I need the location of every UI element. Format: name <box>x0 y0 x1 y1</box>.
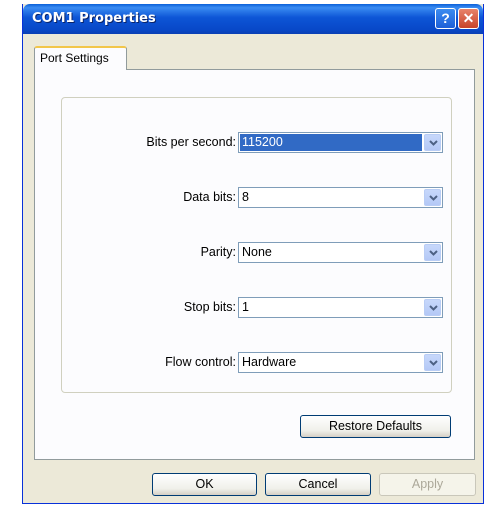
apply-button[interactable]: Apply <box>379 473 476 496</box>
chevron-down-icon[interactable] <box>424 189 441 206</box>
help-icon: ? <box>441 10 450 26</box>
title-bar[interactable]: COM1 Properties ? ✕ <box>23 4 483 34</box>
close-icon: ✕ <box>462 10 475 26</box>
chevron-down-icon[interactable] <box>424 354 441 371</box>
chevron-down-icon[interactable] <box>424 134 441 151</box>
data-bits-select[interactable]: 8 <box>238 187 443 208</box>
cancel-button[interactable]: Cancel <box>265 473 371 496</box>
parity-value: None <box>242 245 272 259</box>
stop-bits-value: 1 <box>242 300 249 314</box>
close-button[interactable]: ✕ <box>458 8 479 29</box>
flow-control-select[interactable]: Hardware <box>238 352 443 373</box>
ok-button[interactable]: OK <box>152 473 257 496</box>
parity-label: Parity: <box>200 245 236 259</box>
data-bits-label: Data bits: <box>183 190 236 204</box>
tab-port-settings[interactable]: Port Settings <box>34 46 127 70</box>
bits-per-second-value: 115200 <box>240 134 422 151</box>
com1-properties-window: COM1 Properties ? ✕ Port Settings Bits p… <box>22 4 484 504</box>
parity-select[interactable]: None <box>238 242 443 263</box>
port-settings-panel: Bits per second: 115200 Data bits: 8 Par… <box>34 69 475 460</box>
data-bits-value: 8 <box>242 190 249 204</box>
stop-bits-select[interactable]: 1 <box>238 297 443 318</box>
help-button[interactable]: ? <box>435 8 456 29</box>
chevron-down-icon[interactable] <box>424 299 441 316</box>
flow-control-value: Hardware <box>242 355 297 369</box>
restore-defaults-button[interactable]: Restore Defaults <box>300 415 451 438</box>
chevron-down-icon[interactable] <box>424 244 441 261</box>
settings-group: Bits per second: 115200 Data bits: 8 Par… <box>61 97 452 393</box>
flow-control-label: Flow control: <box>165 355 236 369</box>
stop-bits-label: Stop bits: <box>183 300 236 314</box>
bits-per-second-label: Bits per second: <box>146 135 236 149</box>
bits-per-second-select[interactable]: 115200 <box>238 132 443 153</box>
window-title: COM1 Properties <box>32 11 156 26</box>
